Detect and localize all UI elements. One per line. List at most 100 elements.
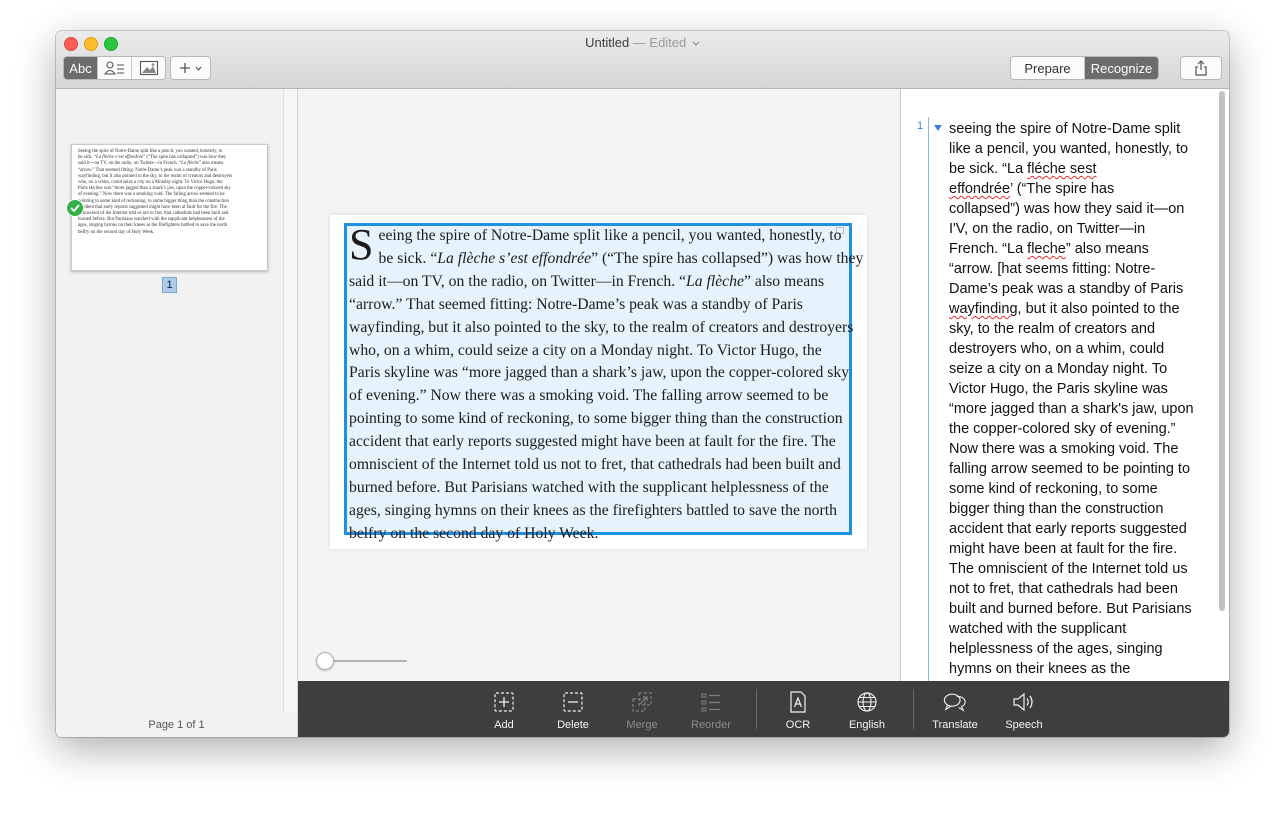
speaker-icon	[1013, 692, 1033, 712]
thumbnail-segment: ” also means	[198, 161, 224, 167]
result-line: bigger thing than the construction	[949, 499, 1217, 519]
italic-text: La flèche	[686, 272, 744, 290]
thumbnail-segment: pointing to some kind of reckoning, to s…	[78, 198, 229, 204]
zoom-slider-track[interactable]	[322, 660, 407, 662]
document-line: belfry on the second day of Holy Week.	[349, 523, 859, 546]
text-segment: built and burned before. But Parisians	[949, 601, 1192, 617]
ocr-tool-label: OCR	[785, 719, 811, 731]
result-line: might have been at fault for the fire.	[949, 539, 1217, 559]
merge-tool-button[interactable]: Merge	[612, 681, 672, 737]
text-segment: “arrow.” That seemed fitting: Notre-Dame…	[349, 295, 803, 313]
speech-tool-label: Speech	[1005, 719, 1043, 731]
result-line: collapsed”) was how they said it—on	[949, 199, 1217, 219]
translate-tool-button[interactable]: Translate	[925, 681, 985, 737]
result-line: Dame’s peak was a standby of Paris	[949, 279, 1217, 299]
chevron-down-icon	[195, 66, 202, 71]
zoom-slider-knob[interactable]	[316, 652, 334, 670]
text-mode-button[interactable]: Abc	[64, 57, 98, 79]
plus-icon	[180, 63, 190, 73]
text-segment: eeing the spire of Notre-Dame split like…	[378, 227, 842, 244]
text-segment: like a pencil, you wanted, honestly, to	[949, 141, 1189, 157]
text-segment: some kind of reckoning, to some	[949, 481, 1158, 497]
result-scrollbar[interactable]	[1219, 91, 1225, 611]
bottom-toolbar: Add Delete Merge Reorder OCR English Tra…	[298, 681, 1229, 737]
text-segment: pointing to some kind of reckoning, to s…	[349, 410, 843, 428]
text-segment: might have been at fault for the fire.	[949, 541, 1178, 557]
thumbnail-segment: of evening.” Now there was a smoking voi…	[78, 192, 225, 198]
speech-tool-button[interactable]: Speech	[994, 681, 1054, 737]
text-segment: ” (“The spire has collapsed”) was how th…	[591, 249, 864, 267]
workflow-segmented-control: Prepare Recognize	[1010, 56, 1159, 80]
misspelled-word: fléche sest	[1027, 161, 1097, 177]
result-block-number: 1	[917, 120, 924, 132]
result-block-marker	[928, 117, 929, 683]
text-segment: burned before. But Parisians watched wit…	[349, 478, 829, 496]
text-segment: I'V, on the radio, on Twitter—in	[949, 221, 1146, 237]
title-bar: Untitled — Edited Abc Prepare Recognize	[56, 31, 1229, 89]
text-segment: “arrow. [hat seems fitting: Notre-	[949, 261, 1156, 277]
page-thumbnail[interactable]: Seeing the spire of Notre-Dame split lik…	[71, 144, 268, 271]
thumbnail-segment: La flèche s’est effondrée	[95, 155, 144, 161]
add-menu-button[interactable]	[170, 56, 211, 80]
text-segment: Now there was a smoking void. The	[949, 441, 1179, 457]
toolbar-separator	[756, 689, 757, 729]
thumbnail-segment: belfry on the second day of Holy Week.	[78, 229, 155, 235]
share-button[interactable]	[1180, 56, 1222, 80]
result-line: The omniscient of the Internet told us	[949, 559, 1217, 579]
thumbnail-segment: burned before. But Parisians watched wit…	[78, 217, 225, 223]
thumbnail-segment: ages, singing hymns on their knees as th…	[78, 223, 228, 229]
recognized-text[interactable]: seeing the spire of Notre-Dame split like…	[949, 119, 1217, 679]
result-line: helplessness of the ages, singing	[949, 639, 1217, 659]
translate-tool-label: Translate	[932, 719, 978, 731]
document-line: of evening.” Now there was a smoking voi…	[349, 385, 859, 408]
window-title[interactable]: Untitled — Edited	[56, 35, 1229, 50]
thumbnail-segment: wayfinding, but it also pointed to the s…	[78, 173, 233, 179]
disclosure-triangle-icon[interactable]	[934, 125, 942, 131]
ocr-tool-button[interactable]: OCR	[768, 681, 828, 737]
text-segment: seize a city on a Monday night. To	[949, 361, 1168, 377]
delete-tool-label: Delete	[557, 719, 589, 731]
recognize-tab[interactable]: Recognize	[1085, 57, 1158, 79]
person-text-mode-button[interactable]	[98, 57, 132, 79]
image-mode-button[interactable]	[132, 57, 165, 79]
result-line: seeing the spire of Notre-Dame split	[949, 119, 1217, 139]
text-segment: “more jagged than a shark's jaw, upon	[949, 401, 1194, 417]
document-line: burned before. But Parisians watched wit…	[349, 477, 859, 500]
thumbnail-segment: who, on a whim, could seize a city on a …	[78, 180, 223, 186]
language-tool-button[interactable]: English	[837, 681, 897, 737]
text-segment: bigger thing than the construction	[949, 501, 1164, 517]
text-segment: destroyers who, on a whim, could	[949, 341, 1165, 357]
document-line: said it—on TV, on the radio, on Twitter—…	[349, 271, 859, 294]
text-segment: who, on a whim, could seize a city on a …	[349, 341, 822, 359]
document-line: eeing the spire of Notre-Dame split like…	[349, 225, 859, 248]
text-segment: omniscient of the Internet told us not t…	[349, 456, 841, 474]
text-segment: ” also means	[1065, 241, 1149, 257]
text-segment: be sick. “La	[949, 161, 1028, 177]
prepare-tab[interactable]: Prepare	[1011, 57, 1085, 79]
thumbnail-segment: Paris skyline was “more jagged than a sh…	[78, 186, 231, 192]
document-line: wayfinding, but it also pointed to the s…	[349, 317, 859, 340]
document-canvas: S eeing the spire of Notre-Dame split li…	[298, 89, 899, 681]
toolbar-separator	[913, 689, 914, 729]
text-segment: Victor Hugo, the Paris skyline was	[949, 381, 1168, 397]
misspelled-word: fleche	[1027, 241, 1066, 257]
text-segment: the copper-colored sky of evening.”	[949, 421, 1176, 437]
add-tool-button[interactable]: Add	[474, 681, 534, 737]
text-segment: watched with the supplicant	[949, 621, 1127, 637]
result-line: hymns on their knees as the	[949, 659, 1217, 679]
text-region-selection[interactable]: S eeing the spire of Notre-Dame split li…	[344, 223, 863, 542]
text-segment: not to fret, that cathedrals had been	[949, 581, 1178, 597]
result-line: effondrée’ (“The spire has	[949, 179, 1217, 199]
thumbnail-segment: Seeing the spire of Notre-Dame split lik…	[78, 149, 223, 154]
result-line: Victor Hugo, the Paris skyline was	[949, 379, 1217, 399]
text-segment: hymns on their knees as the	[949, 661, 1131, 677]
text-segment: French. “La	[949, 241, 1028, 257]
reorder-tool-button[interactable]: Reorder	[681, 681, 741, 737]
thumbnail-page-number[interactable]: 1	[162, 277, 177, 293]
misspelled-word: effondrée	[949, 181, 1011, 197]
text-segment: The omniscient of the Internet told us	[949, 561, 1188, 577]
document-line: omniscient of the Internet told us not t…	[349, 454, 859, 477]
delete-tool-button[interactable]: Delete	[543, 681, 603, 737]
text-segment: ’ (“The spire has	[1010, 181, 1115, 197]
result-line: destroyers who, on a whim, could	[949, 339, 1217, 359]
